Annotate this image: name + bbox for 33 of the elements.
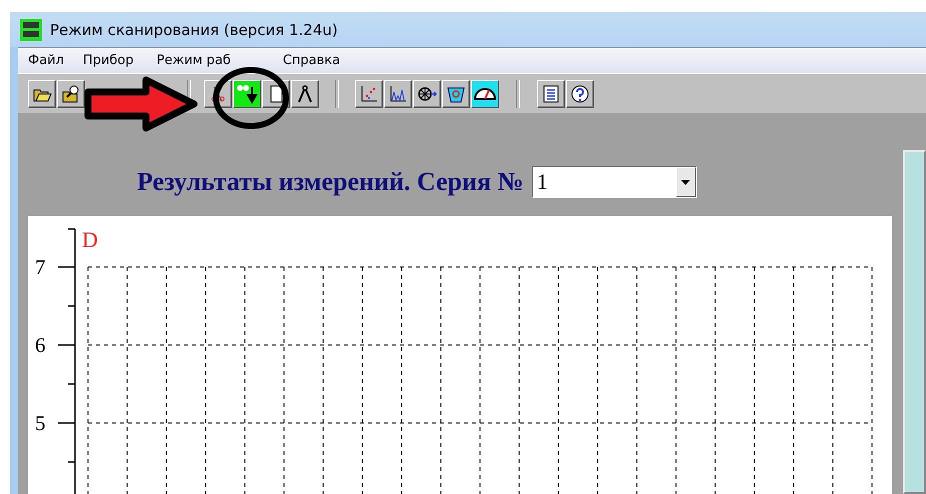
toolbar-button[interactable] — [384, 80, 412, 108]
toolbar-button[interactable] — [566, 80, 594, 108]
axis-title: D — [82, 227, 98, 252]
app-icon — [20, 18, 42, 40]
menu-item[interactable]: Справка — [282, 53, 340, 68]
toolbar-button[interactable] — [28, 80, 56, 108]
help-icon — [570, 84, 590, 104]
tick-label: 6 — [35, 333, 46, 357]
scatter-plot-icon — [359, 84, 379, 104]
dropdown-button[interactable] — [676, 167, 696, 197]
menu-item[interactable]: Режим раб — [156, 53, 231, 68]
menu-item[interactable]: Файл — [28, 53, 64, 68]
spectrum-icon — [388, 84, 408, 104]
toolbar-button[interactable] — [57, 80, 85, 108]
menu-item[interactable]: Прибор — [82, 53, 134, 68]
toolbar-button[interactable] — [413, 80, 441, 108]
caret-icon — [681, 180, 690, 184]
window-title: Режим сканирования (версия 1.24u) — [50, 20, 338, 38]
folder-search-icon — [61, 84, 81, 104]
results-heading: Результаты измерений. Серия № — [137, 167, 524, 197]
toolbar-button[interactable] — [291, 80, 319, 108]
toolbar-button[interactable] — [537, 80, 565, 108]
toolbar-button[interactable] — [471, 80, 499, 108]
list-icon — [541, 84, 561, 104]
toolbar-button[interactable] — [442, 80, 470, 108]
gauge-icon — [472, 80, 498, 106]
series-select[interactable]: 1 — [532, 166, 697, 198]
toolbar-button[interactable] — [355, 80, 383, 108]
compass-icon — [295, 84, 315, 104]
plug-icon — [234, 80, 260, 106]
tick-label: 7 — [35, 255, 46, 279]
toolbar-button[interactable] — [233, 80, 261, 108]
tick-label: 5 — [35, 411, 46, 435]
